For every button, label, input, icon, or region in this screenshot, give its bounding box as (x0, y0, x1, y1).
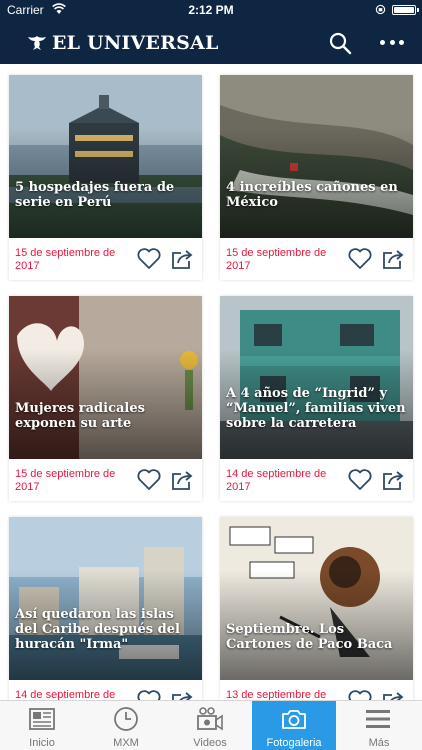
gallery-card[interactable]: Mujeres radicales exponen su arte 15 de … (9, 296, 202, 501)
gallery-grid: 5 hospedajes fuera de serie en Perú 15 d… (0, 64, 422, 722)
gallery-card[interactable]: 5 hospedajes fuera de serie en Perú 15 d… (9, 75, 202, 280)
gallery-card[interactable]: 4 increíbles cañones en México 15 de sep… (220, 75, 413, 280)
heart-icon[interactable] (347, 467, 373, 493)
tab-fotogaleria[interactable]: Fotogaleria (252, 701, 336, 750)
eagle-icon (28, 36, 46, 50)
tab-mxm[interactable]: MXM (84, 701, 168, 750)
card-date: 14 de septiembre de 2017 (226, 468, 327, 493)
card-image: Septiembre. Los Cartones de Paco Baca (220, 517, 413, 680)
card-image: A 4 años de “Ingrid” y “Manuel”, familia… (220, 296, 413, 459)
camera-icon (282, 710, 306, 729)
card-date: 15 de septiembre de 2017 (15, 247, 116, 272)
search-icon[interactable] (328, 31, 352, 55)
heart-icon[interactable] (347, 246, 373, 272)
video-camera-icon (197, 707, 223, 731)
card-title: 5 hospedajes fuera de serie en Perú (15, 180, 175, 210)
card-footer: 15 de septiembre de 2017 (9, 459, 202, 501)
battery-icon (392, 5, 419, 15)
tab-label: Fotogaleria (266, 737, 322, 749)
card-title: Así quedaron las islas del Caribe despué… (15, 607, 180, 652)
clock-time: 2:12 PM (188, 3, 234, 17)
card-footer: 15 de septiembre de 2017 (9, 238, 202, 280)
status-bar: Carrier 2:12 PM (0, 0, 422, 20)
card-image: 4 increíbles cañones en México (220, 75, 413, 238)
tab-mas[interactable]: Más (336, 701, 422, 750)
brand-logo[interactable]: EL UNIVERSAL (27, 30, 219, 56)
tab-label: Más (368, 737, 390, 749)
card-image: Mujeres radicales exponen su arte (9, 296, 202, 459)
card-date: 15 de septiembre de 2017 (15, 468, 116, 493)
card-image: 5 hospedajes fuera de serie en Perú (9, 75, 202, 238)
tab-bar: Inicio MXM Videos Fotogaleria Más (0, 700, 422, 750)
gallery-card[interactable]: A 4 años de “Ingrid” y “Manuel”, familia… (220, 296, 413, 501)
heart-icon[interactable] (136, 246, 162, 272)
tab-label: Inicio (29, 737, 55, 749)
tab-inicio[interactable]: Inicio (0, 701, 84, 750)
share-icon[interactable] (169, 467, 195, 493)
share-icon[interactable] (380, 246, 406, 272)
brand-name: EL UNIVERSAL (52, 32, 219, 54)
card-title: Mujeres radicales exponen su arte (15, 401, 145, 431)
menu-icon (366, 710, 390, 728)
gallery-card[interactable]: Así quedaron las islas del Caribe despué… (9, 517, 202, 722)
card-image: Así quedaron las islas del Caribe despué… (9, 517, 202, 680)
card-date: 15 de septiembre de 2017 (226, 247, 327, 272)
clock-icon (114, 707, 138, 731)
card-footer: 14 de septiembre de 2017 (220, 459, 413, 501)
card-title: Septiembre. Los Cartones de Paco Baca (226, 622, 393, 652)
card-footer: 15 de septiembre de 2017 (220, 238, 413, 280)
tab-label: MXM (113, 737, 139, 749)
heart-icon[interactable] (136, 467, 162, 493)
newspaper-icon (29, 708, 55, 730)
card-title: A 4 años de “Ingrid” y “Manuel”, familia… (226, 386, 406, 431)
gallery-card[interactable]: Septiembre. Los Cartones de Paco Baca 13… (220, 517, 413, 722)
tab-videos[interactable]: Videos (168, 701, 252, 750)
card-title: 4 increíbles cañones en México (226, 180, 398, 210)
app-header: Carrier 2:12 PM EL UNIVERSAL (0, 0, 422, 64)
share-icon[interactable] (169, 246, 195, 272)
tab-label: Videos (193, 737, 227, 749)
share-icon[interactable] (380, 467, 406, 493)
orientation-lock-icon (375, 4, 386, 15)
more-dots-icon[interactable] (378, 34, 406, 50)
